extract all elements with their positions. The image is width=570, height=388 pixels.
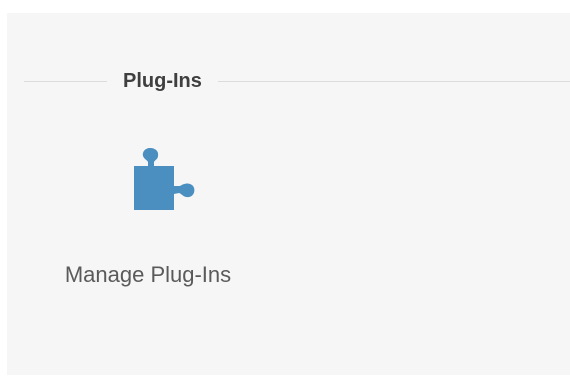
section-title: Plug-Ins [107, 68, 218, 94]
puzzle-piece-icon [134, 148, 195, 210]
section-divider [24, 81, 570, 82]
manage-plugins-label: Manage Plug-Ins [64, 262, 232, 287]
manage-plugins-tile[interactable]: Manage Plug-Ins [63, 138, 263, 338]
